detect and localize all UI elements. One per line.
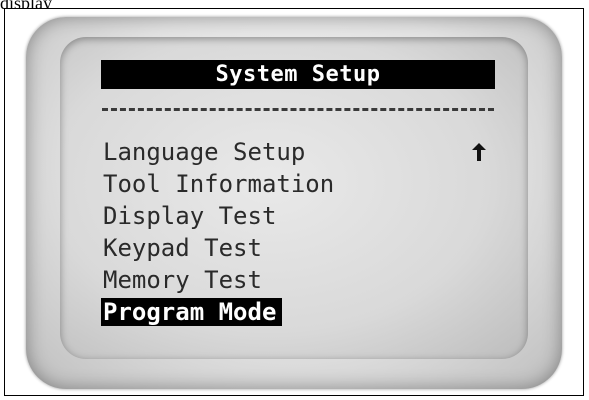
menu-item-label: Tool Information xyxy=(103,170,335,198)
menu-item-label: Memory Test xyxy=(103,266,262,294)
menu-item-program-mode[interactable]: Program Mode xyxy=(101,296,503,328)
menu-item-memory-test[interactable]: Memory Test xyxy=(103,264,503,296)
screen-title: System Setup xyxy=(101,60,495,89)
menu-item-tool-information[interactable]: Tool Information xyxy=(103,168,503,200)
menu-item-keypad-test[interactable]: Keypad Test xyxy=(103,232,503,264)
menu-item-label: Language Setup xyxy=(103,138,306,166)
screen-title-label: System Setup xyxy=(215,62,381,87)
menu-item-label: Display Test xyxy=(103,202,277,230)
menu-item-display-test[interactable]: Display Test xyxy=(103,200,503,232)
menu-item-language-setup[interactable]: Language Setup xyxy=(103,136,503,168)
title-divider xyxy=(102,108,494,111)
menu-list: Language Setup Tool Information Display … xyxy=(101,136,503,328)
menu-item-label: Keypad Test xyxy=(103,234,262,262)
menu-item-label: Program Mode xyxy=(101,298,283,326)
